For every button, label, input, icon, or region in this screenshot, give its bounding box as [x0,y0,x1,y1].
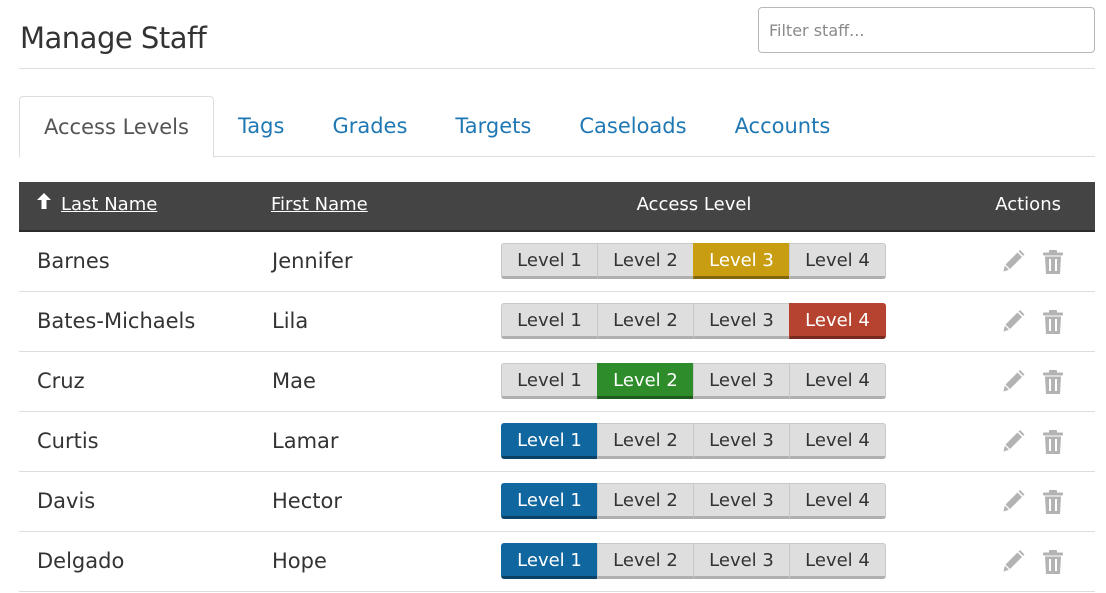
table-row: Davis Hector Level 1 Level 2 Level 3 Level 4 [19,472,1095,532]
pencil-icon[interactable] [1001,489,1025,515]
filter-staff-input[interactable] [758,7,1095,53]
arrow-up-icon[interactable] [36,182,52,228]
sort-first-name-link[interactable]: First Name [271,194,368,215]
table-row: Delgado Hope Level 1 Level 2 Level 3 Level 4 [19,532,1095,592]
level-1-button[interactable]: Level 1 [501,243,598,279]
row-actions [1001,309,1065,335]
level-3-button[interactable]: Level 3 [693,243,790,279]
level-4-button[interactable]: Level 4 [789,303,886,339]
trash-icon[interactable] [1041,489,1065,515]
first-name-cell: Hope [272,549,327,573]
access-level-group: Level 1 Level 2 Level 3 Level 4 [501,483,886,519]
last-name-cell: Delgado [37,549,125,573]
row-actions [1001,369,1065,395]
last-name-cell: Cruz [37,369,85,393]
level-1-button[interactable]: Level 1 [501,543,598,579]
column-header-access-level: Access Level [636,194,752,215]
level-2-button[interactable]: Level 2 [597,423,694,459]
level-4-button[interactable]: Level 4 [789,543,886,579]
trash-icon[interactable] [1041,249,1065,275]
column-header-actions: Actions [995,194,1061,215]
tab-accounts[interactable]: Accounts [711,96,855,157]
page-header: Manage Staff [19,0,1095,69]
level-2-button[interactable]: Level 2 [597,243,694,279]
access-level-group: Level 1 Level 2 Level 3 Level 4 [501,363,886,399]
pencil-icon[interactable] [1001,549,1025,575]
level-3-button[interactable]: Level 3 [693,483,790,519]
first-name-cell: Hector [272,489,342,513]
trash-icon[interactable] [1041,369,1065,395]
level-3-button[interactable]: Level 3 [693,303,790,339]
column-header-first-name: First Name [271,182,368,228]
access-level-group: Level 1 Level 2 Level 3 Level 4 [501,543,886,579]
level-3-button[interactable]: Level 3 [693,363,790,399]
pencil-icon[interactable] [1001,429,1025,455]
level-1-button[interactable]: Level 1 [501,363,598,399]
tab-grades[interactable]: Grades [308,96,431,157]
first-name-cell: Mae [272,369,316,393]
level-3-button[interactable]: Level 3 [693,423,790,459]
level-2-button[interactable]: Level 2 [597,543,694,579]
access-level-group: Level 1 Level 2 Level 3 Level 4 [501,423,886,459]
last-name-cell: Curtis [37,429,99,453]
first-name-cell: Lila [272,309,309,333]
level-4-button[interactable]: Level 4 [789,423,886,459]
row-actions [1001,489,1065,515]
row-actions [1001,249,1065,275]
tab-bar: Access Levels Tags Grades Targets Caselo… [19,96,1095,158]
tab-caseloads[interactable]: Caseloads [555,96,710,157]
sort-last-name-link[interactable]: Last Name [61,182,157,228]
trash-icon[interactable] [1041,549,1065,575]
level-4-button[interactable]: Level 4 [789,483,886,519]
level-1-button[interactable]: Level 1 [501,303,598,339]
level-1-button[interactable]: Level 1 [501,423,598,459]
table-header: Last Name First Name Access Level Action… [19,182,1095,232]
tab-tags[interactable]: Tags [214,96,309,157]
level-4-button[interactable]: Level 4 [789,363,886,399]
last-name-cell: Bates-Michaels [37,309,196,333]
level-1-button[interactable]: Level 1 [501,483,598,519]
table-row: Cruz Mae Level 1 Level 2 Level 3 Level 4 [19,352,1095,412]
level-2-button[interactable]: Level 2 [597,303,694,339]
level-4-button[interactable]: Level 4 [789,243,886,279]
first-name-cell: Jennifer [272,249,353,273]
first-name-cell: Lamar [272,429,339,453]
pencil-icon[interactable] [1001,249,1025,275]
trash-icon[interactable] [1041,309,1065,335]
staff-table: Last Name First Name Access Level Action… [19,182,1095,592]
level-3-button[interactable]: Level 3 [693,543,790,579]
page-title: Manage Staff [20,21,207,55]
last-name-cell: Barnes [37,249,110,273]
pencil-icon[interactable] [1001,309,1025,335]
tab-targets[interactable]: Targets [431,96,555,157]
trash-icon[interactable] [1041,429,1065,455]
row-actions [1001,549,1065,575]
table-row: Barnes Jennifer Level 1 Level 2 Level 3 Level… [19,232,1095,292]
level-2-button[interactable]: Level 2 [597,363,694,399]
access-level-group: Level 1 Level 2 Level 3 Level 4 [501,303,886,339]
table-row: Curtis Lamar Level 1 Level 2 Level 3 Level 4 [19,412,1095,472]
tab-access-levels[interactable]: Access Levels [19,96,214,158]
column-header-last-name: Last Name [36,182,157,228]
table-row: Bates-Michaels Lila Level 1 Level 2 Level 3L… [19,292,1095,352]
access-level-group: Level 1 Level 2 Level 3 Level 4 [501,243,886,279]
level-2-button[interactable]: Level 2 [597,483,694,519]
last-name-cell: Davis [37,489,96,513]
pencil-icon[interactable] [1001,369,1025,395]
row-actions [1001,429,1065,455]
